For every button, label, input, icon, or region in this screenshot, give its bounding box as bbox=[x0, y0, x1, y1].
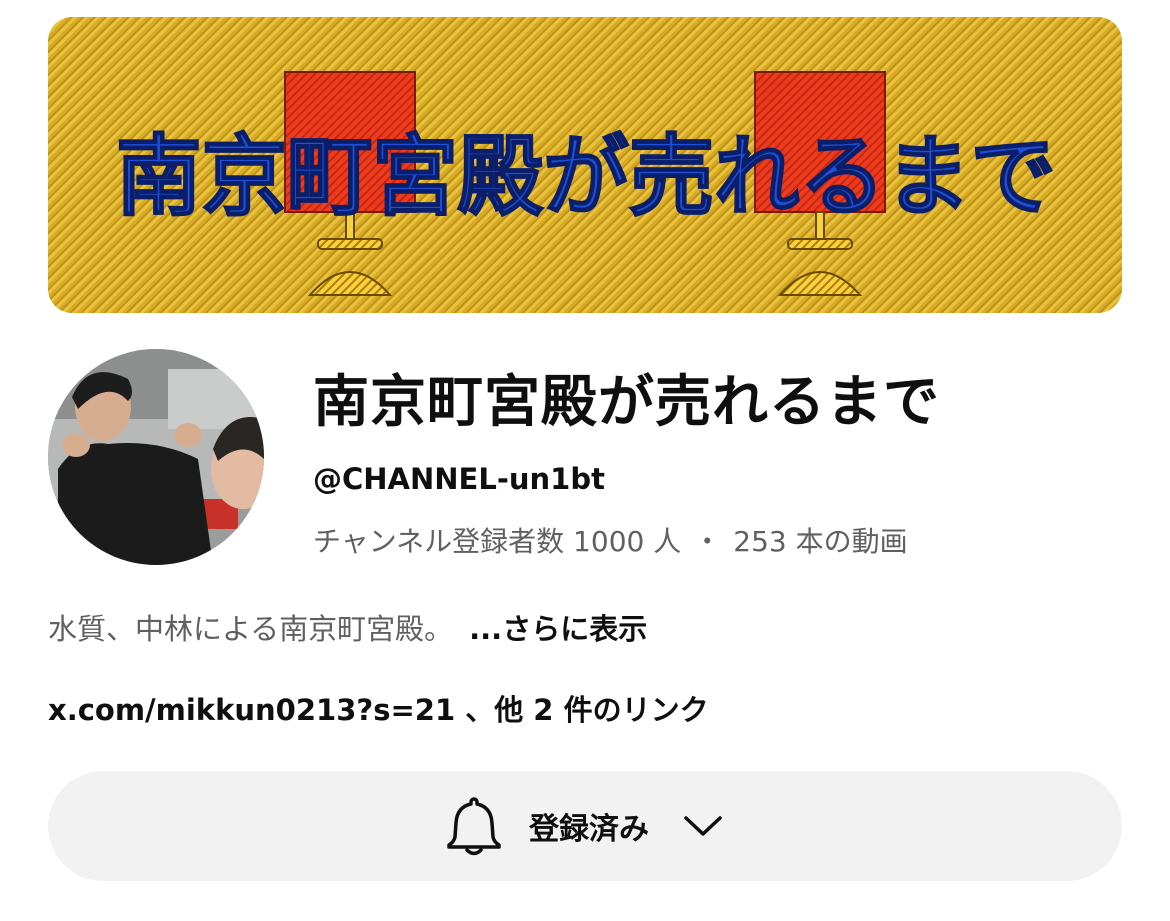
channel-stats: チャンネル登録者数 1000 人・ 253 本の動画 bbox=[313, 520, 908, 560]
channel-description[interactable]: 水質、中林による南京町宮殿。 ...さらに表示 bbox=[48, 606, 647, 648]
chevron-down-icon bbox=[684, 816, 722, 836]
avatar-photo bbox=[48, 349, 264, 565]
channel-avatar[interactable] bbox=[48, 349, 264, 565]
subscriber-count: チャンネル登録者数 1000 人 bbox=[313, 525, 682, 558]
channel-handle: @CHANNEL-un1bt bbox=[313, 462, 605, 496]
subscribed-button[interactable]: 登録済み bbox=[48, 771, 1122, 881]
bell-icon bbox=[447, 797, 501, 856]
subscribed-label: 登録済み bbox=[529, 812, 649, 847]
channel-name: 南京町宮殿が売れるまで bbox=[313, 370, 940, 435]
description-text: 水質、中林による南京町宮殿。 bbox=[48, 612, 454, 646]
channel-links[interactable]: x.com/mikkun0213?s=21 、他 2 件のリンク bbox=[48, 687, 709, 729]
channel-header: 南京町宮殿が売れるまで 南京町宮殿が売れるまで @CHANNEL-un1bt チ… bbox=[0, 0, 1170, 921]
video-count: 253 本の動画 bbox=[733, 525, 908, 558]
banner-title: 南京町宮殿が売れるまで bbox=[116, 124, 1056, 228]
show-more-link[interactable]: ...さらに表示 bbox=[469, 612, 647, 646]
banner-artwork: 南京町宮殿が売れるまで bbox=[115, 71, 1057, 296]
channel-banner: 南京町宮殿が売れるまで bbox=[48, 17, 1122, 313]
stats-separator: ・ bbox=[693, 525, 722, 558]
